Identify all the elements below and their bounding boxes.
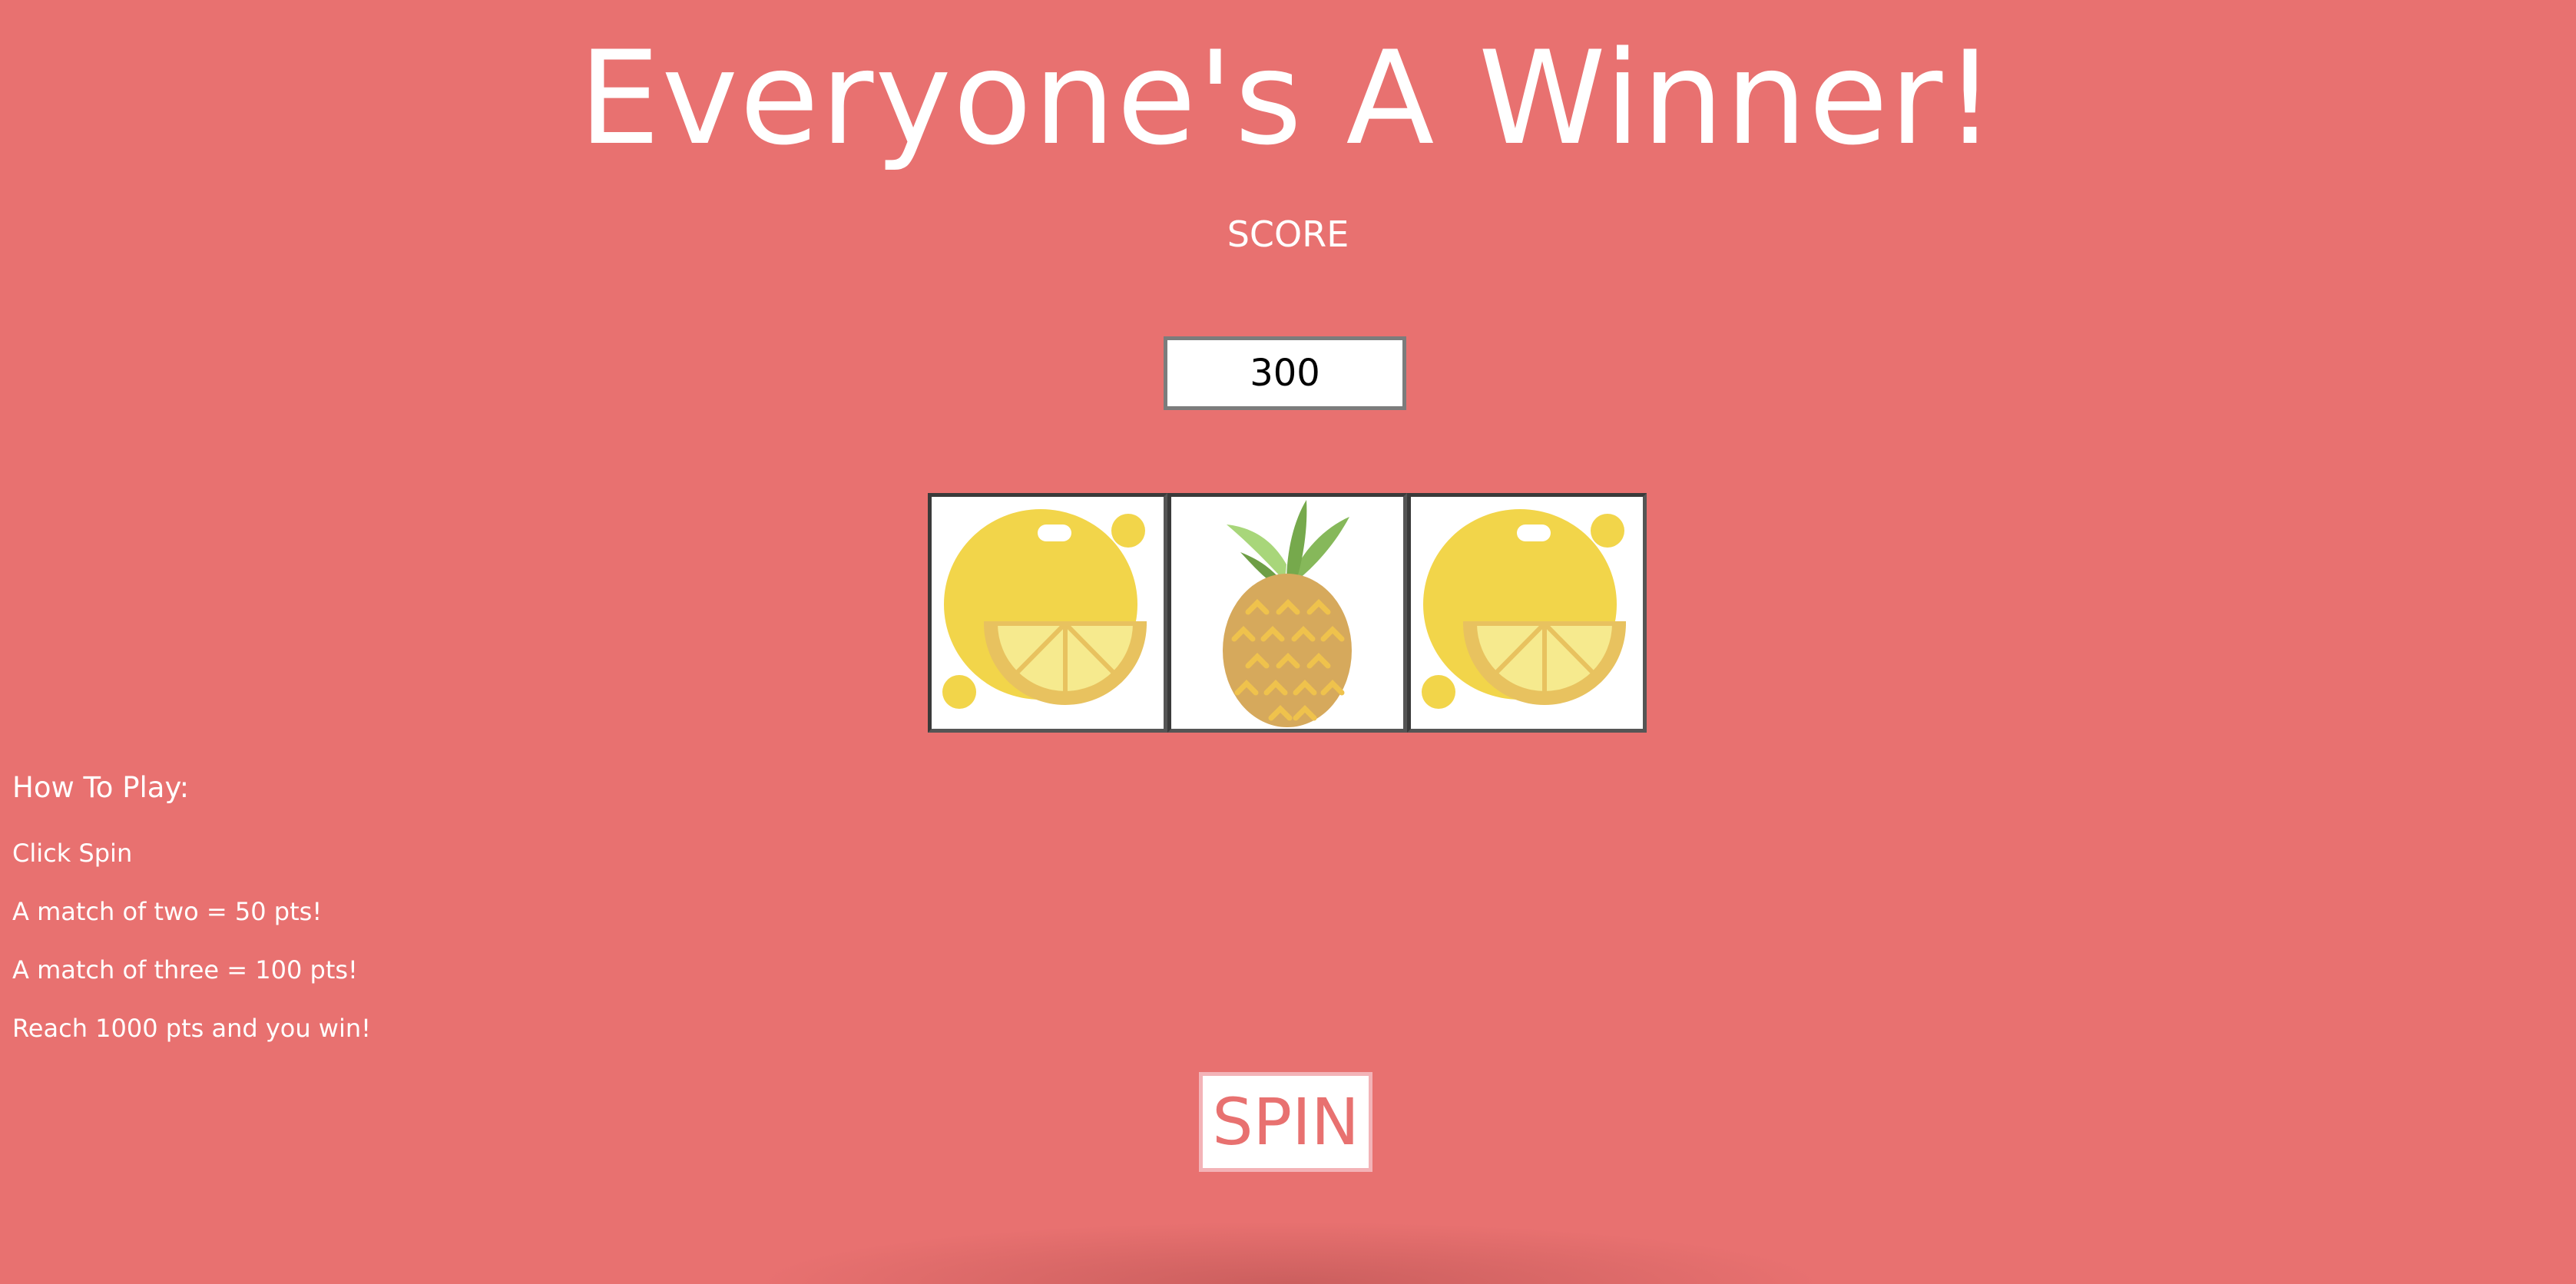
reel-1 — [928, 493, 1167, 733]
spin-button[interactable]: SPIN — [1199, 1072, 1372, 1172]
rule-item: A match of two = 50 pts! — [12, 897, 323, 926]
lemon-icon — [1422, 509, 1626, 709]
game-title: Everyone's A Winner! — [578, 23, 1998, 174]
bottom-shadow — [753, 1221, 1828, 1284]
rule-item: Reach 1000 pts and you win! — [12, 1014, 371, 1043]
rule-item: A match of three = 100 pts! — [12, 955, 358, 985]
reel-3 — [1407, 493, 1647, 733]
how-to-play-heading: How To Play: — [12, 771, 190, 804]
score-label: SCORE — [1227, 213, 1349, 255]
rule-item: Click Spin — [12, 839, 133, 868]
reel-2 — [1167, 493, 1407, 733]
score-display: 300 — [1164, 336, 1406, 410]
lemon-icon — [942, 509, 1147, 709]
pineapple-icon — [1223, 500, 1352, 727]
